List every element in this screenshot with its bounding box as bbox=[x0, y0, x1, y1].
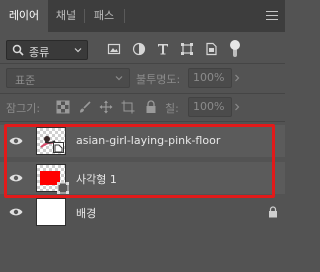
smart-object-filter-icon[interactable] bbox=[204, 42, 218, 56]
filter-toggle-switch[interactable] bbox=[230, 40, 240, 58]
layer-row[interactable]: 배경 bbox=[0, 196, 285, 228]
filter-kind-label: 종류 bbox=[29, 46, 50, 59]
divider bbox=[0, 63, 285, 64]
search-icon bbox=[12, 44, 24, 56]
tab-channels[interactable]: 채널 bbox=[48, 0, 84, 32]
tab-paths[interactable]: 패스 bbox=[84, 0, 124, 32]
shape-filter-icon[interactable] bbox=[180, 42, 194, 56]
opacity-field[interactable]: 100% bbox=[188, 68, 232, 88]
eye-icon[interactable] bbox=[9, 207, 23, 217]
brush-icon[interactable] bbox=[78, 100, 92, 114]
lock-icon[interactable] bbox=[268, 206, 278, 218]
blend-mode-label: 표준 bbox=[15, 74, 36, 87]
lock-label: 잠그기: bbox=[6, 102, 41, 115]
chevron-right-icon[interactable] bbox=[233, 74, 241, 82]
divider bbox=[0, 93, 285, 94]
panel-menu-icon[interactable] bbox=[266, 11, 278, 21]
blend-mode-dropdown[interactable]: 표준 bbox=[6, 68, 130, 88]
filter-kind-dropdown[interactable]: 종류 bbox=[6, 40, 88, 60]
adjustment-filter-icon[interactable] bbox=[132, 42, 146, 56]
panel-tab-bar: 레이어 채널 패스 bbox=[0, 0, 285, 32]
tab-separator bbox=[124, 9, 125, 23]
layers-panel: 레이어 채널 패스 종류 표준 불투명도: 100% 잠그기: 칠: 100% … bbox=[0, 0, 285, 272]
opacity-label: 불투명도: bbox=[136, 73, 181, 86]
layer-name[interactable]: 배경 bbox=[76, 205, 96, 221]
chevron-down-icon bbox=[115, 76, 123, 81]
selection-highlight-box bbox=[4, 124, 275, 198]
move-icon[interactable] bbox=[99, 100, 113, 114]
fill-field[interactable]: 100% bbox=[188, 97, 232, 117]
type-filter-icon[interactable] bbox=[156, 42, 170, 56]
image-filter-icon[interactable] bbox=[107, 42, 121, 56]
lock-all-icon[interactable] bbox=[144, 100, 158, 114]
layer-thumbnail[interactable] bbox=[36, 198, 66, 226]
chevron-down-icon bbox=[74, 48, 82, 53]
lock-transparent-pixels-icon[interactable] bbox=[56, 100, 70, 114]
fill-label: 칠: bbox=[165, 102, 179, 115]
tab-layers[interactable]: 레이어 bbox=[0, 0, 48, 32]
artboard-lock-icon[interactable] bbox=[121, 100, 135, 114]
divider bbox=[0, 121, 285, 122]
chevron-right-icon[interactable] bbox=[233, 103, 241, 111]
